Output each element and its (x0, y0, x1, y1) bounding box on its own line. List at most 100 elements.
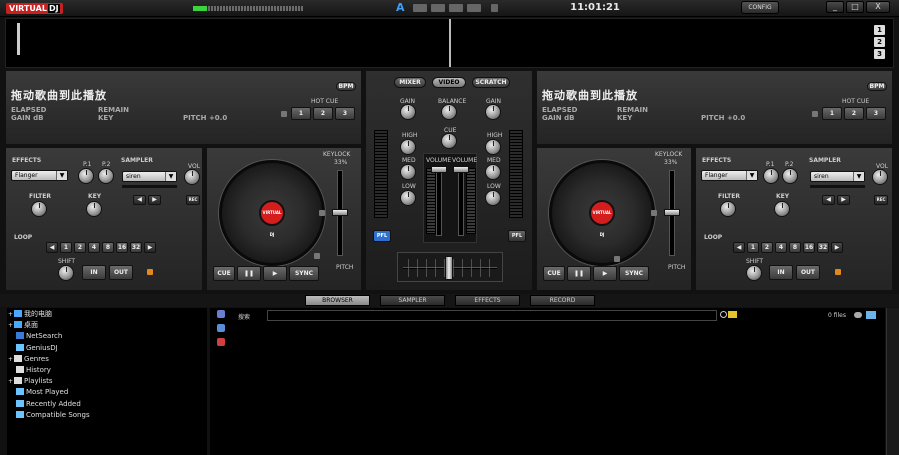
zoom-button-2[interactable]: 2 (874, 37, 885, 47)
right-effect-p1-knob[interactable] (763, 168, 779, 184)
left-sampler-vol-knob[interactable] (184, 169, 200, 185)
tree-item-desktop[interactable]: + 桌面 (8, 320, 38, 331)
right-cue-button[interactable]: CUE (543, 266, 565, 281)
mixer-high-right-knob[interactable] (485, 139, 501, 155)
left-effect-p1-knob[interactable] (78, 168, 94, 184)
left-key-knob[interactable] (86, 201, 102, 217)
right-sync-button[interactable]: SYNC (619, 266, 649, 281)
left-bpm-button[interactable]: BPM (336, 82, 356, 91)
tree-item-genres[interactable]: + Genres (8, 354, 49, 365)
right-loop-lock-icon[interactable] (835, 269, 841, 275)
right-sampler-vol-knob[interactable] (872, 169, 888, 185)
search-options-icon[interactable] (217, 310, 225, 318)
search-input[interactable] (267, 310, 717, 321)
right-play-lock-icon[interactable] (614, 256, 620, 262)
tab-scratch[interactable]: SCRATCH (472, 77, 510, 88)
browser-scrollbar[interactable] (886, 308, 899, 455)
left-hotcue-lock-icon[interactable] (281, 111, 287, 117)
sideview-icon[interactable] (866, 311, 876, 319)
left-loop-out-button[interactable]: OUT (109, 265, 133, 280)
right-play-button[interactable]: ▶ (593, 266, 617, 281)
file-list[interactable]: 搜索 0 files (210, 308, 885, 455)
tree-item-compatible-songs[interactable]: Compatible Songs (16, 410, 90, 421)
left-loop-in-button[interactable]: IN (82, 265, 106, 280)
layout-button-3[interactable] (449, 4, 463, 12)
left-sync-button[interactable]: SYNC (289, 266, 319, 281)
tree-item-most-played[interactable]: Most Played (16, 387, 68, 398)
tab-effects[interactable]: EFFECTS (455, 295, 520, 306)
right-pitch-slider-handle[interactable] (664, 209, 680, 216)
left-loop-4[interactable]: 4 (88, 242, 100, 253)
left-sampler-next-button[interactable]: ▶ (148, 195, 161, 205)
right-sampler-next-button[interactable]: ▶ (837, 195, 850, 205)
expand-icon[interactable]: + (8, 356, 13, 363)
tab-video[interactable]: VIDEO (432, 77, 466, 88)
left-sampler-rec-button[interactable]: REC (186, 195, 200, 205)
right-sampler-rec-button[interactable]: REC (874, 195, 888, 205)
right-loop-1[interactable]: 1 (747, 242, 759, 253)
expand-icon[interactable]: + (8, 322, 13, 329)
right-hot-cue-2[interactable]: 2 (844, 107, 864, 120)
right-loop-out-button[interactable]: OUT (796, 265, 820, 280)
left-play-lock-icon[interactable] (314, 253, 320, 259)
left-cue-button[interactable]: CUE (213, 266, 235, 281)
maximize-button[interactable]: □ (846, 1, 864, 13)
left-sampler-select[interactable]: siren ▼ (122, 171, 177, 182)
left-keylock-icon[interactable] (319, 210, 325, 216)
left-loop-shift-knob[interactable] (58, 265, 74, 281)
mixer-med-right-knob[interactable] (485, 164, 501, 180)
pfl-left-button[interactable]: PFL (373, 230, 391, 242)
zoom-button-3[interactable]: 3 (874, 49, 885, 59)
left-effect-select[interactable]: Flanger ▼ (11, 170, 68, 181)
video-window-icon[interactable] (491, 4, 498, 12)
layout-button-1[interactable] (413, 4, 427, 12)
mixer-low-right-knob[interactable] (485, 190, 501, 206)
layout-button-4[interactable] (467, 4, 481, 12)
left-effect-p2-knob[interactable] (98, 168, 114, 184)
tab-mixer[interactable]: MIXER (394, 77, 426, 88)
left-volume-fader-track[interactable] (436, 166, 442, 236)
zoom-button-1[interactable]: 1 (874, 25, 885, 35)
mixer-balance-knob[interactable] (441, 104, 457, 120)
right-loop-32[interactable]: 32 (817, 242, 829, 253)
tab-sampler[interactable]: SAMPLER (380, 295, 445, 306)
left-hot-cue-2[interactable]: 2 (313, 107, 333, 120)
mixer-med-left-knob[interactable] (400, 164, 416, 180)
right-loop-8[interactable]: 8 (789, 242, 801, 253)
right-volume-fader-track[interactable] (458, 166, 464, 236)
right-loop-shift-knob[interactable] (746, 265, 762, 281)
tree-item-geniusdj[interactable]: GeniusDJ (16, 343, 58, 354)
right-loop-next-button[interactable]: ▶ (831, 242, 843, 253)
left-loop-16[interactable]: 16 (116, 242, 128, 253)
mixer-high-left-knob[interactable] (400, 139, 416, 155)
left-loop-8[interactable]: 8 (102, 242, 114, 253)
search-icon[interactable] (720, 311, 727, 318)
tree-item-history[interactable]: History (16, 365, 51, 376)
right-bpm-button[interactable]: BPM (867, 82, 887, 91)
tree-item-netsearch[interactable]: NetSearch (16, 331, 62, 342)
expand-icon[interactable]: + (8, 378, 13, 385)
right-loop-4[interactable]: 4 (775, 242, 787, 253)
left-loop-32[interactable]: 32 (130, 242, 142, 253)
mixer-cue-knob[interactable] (441, 133, 457, 149)
right-sampler-select[interactable]: siren ▼ (810, 171, 865, 182)
mixer-gain-right-knob[interactable] (485, 104, 501, 120)
right-jog-wheel[interactable]: VIRTUAL DJ (549, 160, 655, 266)
right-loop-in-button[interactable]: IN (769, 265, 793, 280)
right-hotcue-lock-icon[interactable] (812, 111, 818, 117)
right-loop-prev-button[interactable]: ◀ (733, 242, 745, 253)
right-key-knob[interactable] (774, 201, 790, 217)
tree-item-computer[interactable]: + 我的电脑 (8, 309, 52, 320)
tree-item-playlists[interactable]: + Playlists (8, 376, 53, 387)
right-keylock-icon[interactable] (651, 210, 657, 216)
right-effect-p2-knob[interactable] (782, 168, 798, 184)
left-pitch-slider-handle[interactable] (332, 209, 348, 216)
minimize-button[interactable]: _ (826, 1, 844, 13)
view-mode-icon[interactable] (854, 312, 862, 318)
right-loop-16[interactable]: 16 (803, 242, 815, 253)
right-hot-cue-1[interactable]: 1 (822, 107, 842, 120)
left-volume-fader-handle[interactable] (431, 166, 447, 173)
left-loop-2[interactable]: 2 (74, 242, 86, 253)
add-favorite-folder-icon[interactable] (217, 324, 225, 332)
mixer-low-left-knob[interactable] (400, 190, 416, 206)
